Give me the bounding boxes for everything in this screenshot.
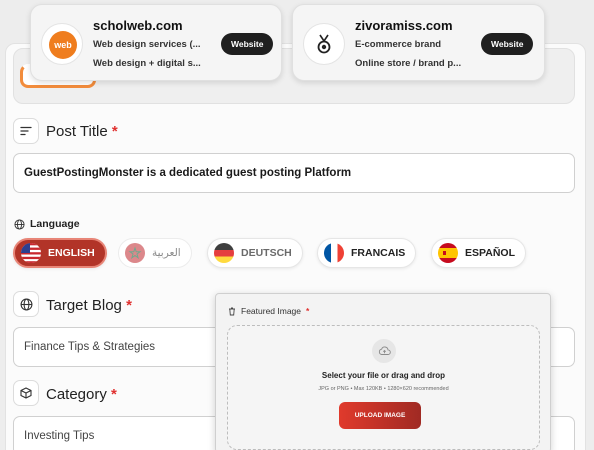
post-title-input[interactable]: GuestPostingMonster is a dedicated guest… [13,153,575,193]
text-align-icon [13,118,39,144]
language-option-spanish[interactable]: ESPAÑOL [431,238,526,268]
spain-flag-icon [438,243,458,263]
site-name: scholweb.com [93,18,183,33]
post-title-label: Post Title * [46,123,118,140]
file-drop-zone[interactable]: Select your file or drag and drop JPG or… [227,325,540,450]
globe-icon [14,218,25,230]
medal-icon [317,34,331,54]
required-mark: * [126,297,132,314]
site-logo: web [41,23,83,65]
site-name: zivoramiss.com [355,18,453,33]
featured-image-label: Featured Image * [228,306,309,316]
language-option-english[interactable]: ENGLISH [13,238,107,268]
site-subtitle: Web design + digital s... [93,58,201,69]
site-card-zivoramiss[interactable]: zivoramiss.com E-commerce brand Online s… [292,4,545,81]
site-card-scholweb[interactable]: web scholweb.com Web design services (..… [30,4,282,81]
web-logo-icon: web [49,31,77,59]
required-mark: * [111,123,118,140]
required-mark: * [306,306,310,316]
globe-icon [13,291,39,317]
drop-zone-hint: JPG or PNG • Max 120KB • 1280×620 recomm… [318,386,449,392]
us-flag-icon [21,243,41,263]
upload-image-button[interactable]: UPLOAD IMAGE [339,402,421,429]
trash-icon [229,307,235,315]
cloud-upload-icon [372,339,396,363]
france-flag-icon [324,243,344,263]
site-subtitle: Online store / brand p... [355,58,462,69]
language-option-german[interactable]: DEUTSCH [207,238,303,268]
target-blog-label: Target Blog * [46,297,132,314]
language-option-french[interactable]: FRANCAIS [317,238,417,268]
site-logo [303,23,345,65]
site-description: Web design services (... [93,39,201,50]
box-icon [13,380,39,406]
category-label: Category * [46,386,117,403]
site-description: E-commerce brand [355,39,442,50]
website-button[interactable]: Website [481,33,534,55]
featured-image-panel: Featured Image * Select your file or dra… [215,293,551,450]
website-button[interactable]: Website [221,33,274,55]
germany-flag-icon [214,243,234,263]
drop-zone-title: Select your file or drag and drop [321,371,446,380]
language-option-arabic[interactable]: العربية [118,238,192,268]
language-label: Language [14,218,80,230]
required-mark: * [111,386,117,403]
morocco-flag-icon [125,243,145,263]
